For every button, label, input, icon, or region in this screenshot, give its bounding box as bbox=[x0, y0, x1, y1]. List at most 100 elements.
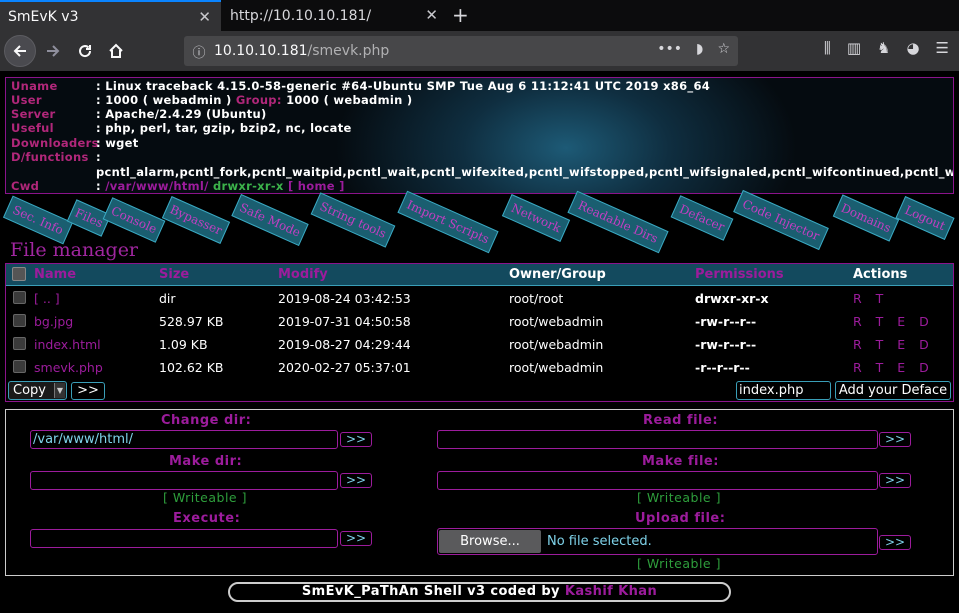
sidebar-icon[interactable]: ▥ bbox=[847, 39, 861, 57]
url-bar[interactable]: ⓘ 10.10.10.181/smevk.php ••• ◗ ☆ bbox=[184, 36, 738, 66]
file-actions[interactable]: R T bbox=[853, 291, 888, 306]
tab-title: http://10.10.10.181/ bbox=[230, 7, 372, 24]
make-file-label: Make file: bbox=[642, 454, 719, 469]
column-permissions[interactable]: Permissions bbox=[695, 267, 784, 282]
add-deface-button[interactable]: Add your Deface bbox=[835, 381, 951, 400]
forward-button[interactable] bbox=[38, 36, 68, 66]
info-key: Useful bbox=[11, 121, 54, 135]
browse-button[interactable]: Browse... bbox=[439, 530, 541, 553]
info-key: Server bbox=[11, 107, 56, 121]
new-tab-icon[interactable]: + bbox=[452, 3, 469, 27]
file-actions[interactable]: R T E D bbox=[853, 314, 934, 329]
info-icon[interactable]: ⓘ bbox=[184, 42, 214, 61]
change-dir-input[interactable]: /var/www/html/ bbox=[30, 430, 338, 449]
column-modify[interactable]: Modify bbox=[278, 267, 328, 282]
menu-item-readable-dirs[interactable]: Readable Dirs bbox=[567, 190, 669, 254]
file-owner: root/webadmin bbox=[509, 337, 604, 352]
file-size: 1.09 KB bbox=[159, 337, 208, 352]
file-actions[interactable]: R T E D bbox=[853, 360, 934, 375]
bulk-action-select[interactable]: Copy ▼ bbox=[8, 381, 67, 400]
author-link[interactable]: Kashif Khan bbox=[565, 584, 657, 599]
close-tab-icon[interactable]: ✕ bbox=[425, 6, 438, 24]
read-file-go-button[interactable]: >> bbox=[879, 432, 911, 447]
library-icon[interactable]: ⫼ bbox=[824, 39, 831, 57]
back-button[interactable] bbox=[4, 35, 36, 67]
reload-button[interactable] bbox=[70, 36, 100, 66]
file-table-header: Name Size Modify Owner/Group Permissions… bbox=[6, 264, 953, 286]
extension-icon[interactable]: ♞ bbox=[877, 39, 890, 57]
tab-url[interactable]: http://10.10.10.181/ ✕ bbox=[222, 0, 448, 31]
file-actions[interactable]: R T E D bbox=[853, 337, 934, 352]
info-value: : php, perl, tar, gzip, bzip2, nc, locat… bbox=[96, 121, 352, 135]
page-actions-icon[interactable]: ••• bbox=[657, 41, 682, 57]
file-size: 102.62 KB bbox=[159, 360, 224, 375]
pocket-icon[interactable]: ◗ bbox=[696, 41, 703, 57]
change-dir-label: Change dir: bbox=[161, 413, 252, 428]
group-label: Group: bbox=[235, 93, 282, 107]
menu-item-bypasser[interactable]: Bypasser bbox=[161, 196, 231, 244]
upload-go-button[interactable]: >> bbox=[879, 535, 911, 550]
info-key: D/functions bbox=[11, 150, 89, 164]
row-checkbox[interactable] bbox=[13, 291, 26, 304]
make-dir-go-button[interactable]: >> bbox=[340, 473, 372, 488]
info-key: Downloaders bbox=[11, 136, 99, 150]
home-link[interactable]: [ home ] bbox=[288, 179, 345, 193]
row-checkbox[interactable] bbox=[13, 360, 26, 373]
execute-go-button[interactable]: >> bbox=[340, 531, 372, 546]
read-file-label: Read file: bbox=[643, 413, 719, 428]
tools-panel: Change dir: /var/www/html/ >> Make dir: … bbox=[5, 409, 954, 576]
url-text: 10.10.10.181/smevk.php bbox=[214, 43, 389, 59]
cwd-path-link[interactable]: /var/www/html/ bbox=[105, 179, 208, 193]
forward-arrow-icon bbox=[47, 45, 60, 57]
row-checkbox[interactable] bbox=[13, 314, 26, 327]
bulk-action-go-button[interactable]: >> bbox=[71, 382, 105, 400]
file-upload-field[interactable]: Browse... No file selected. bbox=[437, 528, 878, 555]
file-permissions: -r--r--r-- bbox=[695, 360, 750, 375]
file-permissions: -rw-r--r-- bbox=[695, 314, 757, 329]
menu-item-safe-mode[interactable]: Safe Mode bbox=[231, 193, 309, 247]
menu-item-logout[interactable]: Logout bbox=[895, 196, 955, 240]
make-dir-input[interactable] bbox=[30, 471, 338, 490]
file-name-link[interactable]: bg.jpg bbox=[34, 314, 73, 329]
file-name-link[interactable]: index.html bbox=[34, 337, 101, 352]
menu-item-domains[interactable]: Domains bbox=[832, 194, 900, 242]
file-name-link[interactable]: smevk.php bbox=[34, 360, 103, 375]
deface-filename-input[interactable]: index.php bbox=[736, 381, 831, 400]
make-file-go-button[interactable]: >> bbox=[879, 473, 911, 488]
menu-item-sec-info[interactable]: Sec. Info bbox=[2, 195, 74, 245]
group-value: 1000 ( webadmin ) bbox=[286, 93, 413, 107]
cwd-colon: : bbox=[96, 179, 101, 193]
change-dir-go-button[interactable]: >> bbox=[340, 432, 372, 447]
close-tab-icon[interactable]: ✕ bbox=[198, 8, 211, 26]
row-checkbox[interactable] bbox=[13, 337, 26, 350]
column-name[interactable]: Name bbox=[34, 267, 76, 282]
read-file-input[interactable] bbox=[437, 430, 878, 449]
menu-item-string-tools[interactable]: String tools bbox=[310, 192, 396, 248]
select-all-checkbox[interactable] bbox=[12, 267, 26, 281]
menu-item-console[interactable]: Console bbox=[102, 197, 166, 243]
info-value: : Apache/2.4.29 (Ubuntu) bbox=[96, 107, 267, 121]
file-modified: 2019-08-24 03:42:53 bbox=[278, 291, 411, 306]
nav-bar: ⓘ 10.10.10.181/smevk.php ••• ◗ ☆ ⫼ ▥ ♞ ◕… bbox=[0, 31, 959, 71]
home-button[interactable] bbox=[101, 36, 131, 66]
file-owner: root/webadmin bbox=[509, 314, 604, 329]
file-name-link[interactable]: [ .. ] bbox=[34, 291, 60, 306]
menu-item-defacer[interactable]: Defacer bbox=[670, 195, 734, 241]
menu-icon[interactable]: ☰ bbox=[936, 39, 949, 57]
cookie-icon[interactable]: ◕ bbox=[906, 39, 919, 57]
back-arrow-icon bbox=[13, 45, 26, 57]
server-info-panel: Uname : Linux traceback 4.15.0-58-generi… bbox=[5, 77, 954, 194]
column-owner: Owner/Group bbox=[509, 267, 606, 282]
cwd-permissions: drwxr-xr-x bbox=[212, 179, 284, 193]
make-file-input[interactable] bbox=[437, 471, 878, 490]
table-row: smevk.php 102.62 KB 2020-02-27 05:37:01 … bbox=[6, 356, 953, 379]
file-modified: 2020-02-27 05:37:01 bbox=[278, 360, 411, 375]
menu-item-code-injector[interactable]: Code Injector bbox=[733, 189, 829, 251]
menu-item-network[interactable]: Network bbox=[501, 194, 571, 242]
upload-writeable-status: [ Writeable ] bbox=[637, 556, 721, 571]
tab-smevk[interactable]: SmEvK v3 ✕ bbox=[0, 0, 221, 31]
column-size[interactable]: Size bbox=[159, 267, 189, 282]
bookmark-star-icon[interactable]: ☆ bbox=[717, 41, 730, 57]
menu-item-import-scripts[interactable]: Import Scripts bbox=[397, 190, 499, 254]
execute-input[interactable] bbox=[30, 529, 338, 548]
